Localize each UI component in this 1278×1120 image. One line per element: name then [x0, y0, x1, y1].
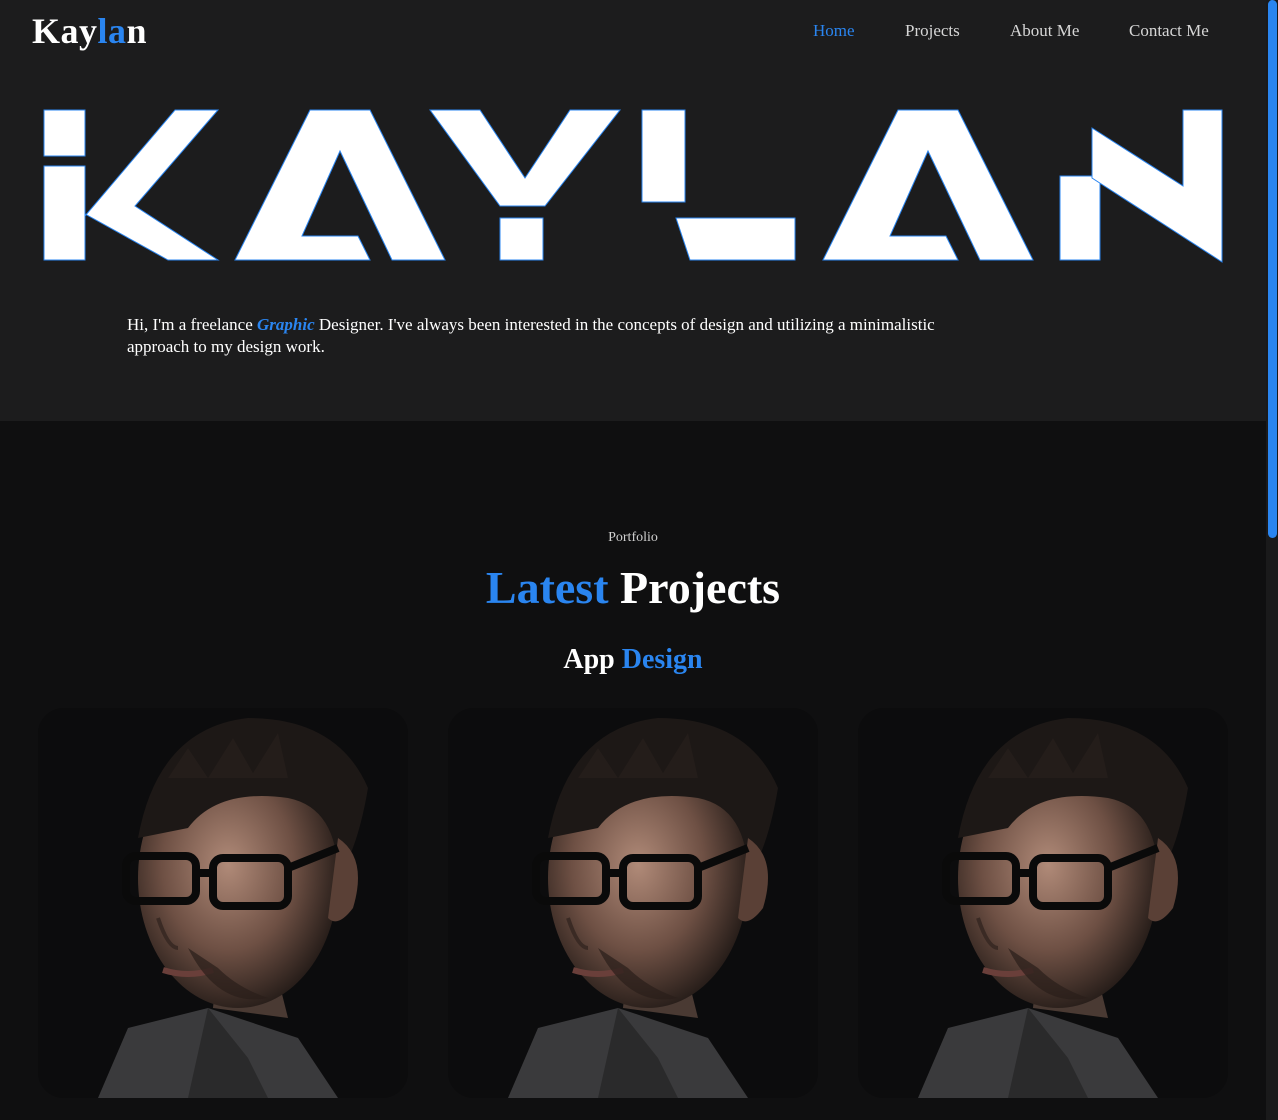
section-title-accent: Latest	[485, 562, 609, 613]
nav-home[interactable]: Home	[813, 21, 855, 41]
project-card[interactable]	[858, 708, 1228, 1098]
portfolio-eyebrow: Portfolio	[608, 530, 658, 545]
section-subtitle-plain: App	[563, 644, 615, 675]
intro-highlight: Graphic	[257, 315, 315, 334]
nav-projects[interactable]: Projects	[905, 21, 960, 41]
section-subtitle-accent: Design	[621, 644, 703, 675]
section-subtitle: App Design	[0, 643, 1266, 677]
nav-about-me[interactable]: About Me	[1010, 21, 1079, 41]
portrait-image	[38, 708, 408, 1098]
hero-wordmark-graphic	[43, 109, 1223, 263]
project-card[interactable]	[38, 708, 408, 1098]
intro-text: Hi, I'm a freelance Graphic Designer. I'…	[127, 314, 987, 358]
project-card[interactable]	[448, 708, 818, 1098]
hero-section: Kaylan Home Projects About Me Contact Me	[0, 0, 1266, 421]
intro-text-start: Hi, I'm a freelance	[127, 315, 258, 334]
portrait-image	[448, 708, 818, 1098]
portrait-image	[858, 708, 1228, 1098]
main-nav: Home Projects About Me Contact Me	[0, 21, 1266, 45]
section-title: Latest Projects	[0, 560, 1266, 616]
section-title-rest: Projects	[620, 562, 781, 613]
scrollbar-thumb[interactable]	[1268, 0, 1277, 538]
nav-contact-me[interactable]: Contact Me	[1129, 21, 1209, 41]
